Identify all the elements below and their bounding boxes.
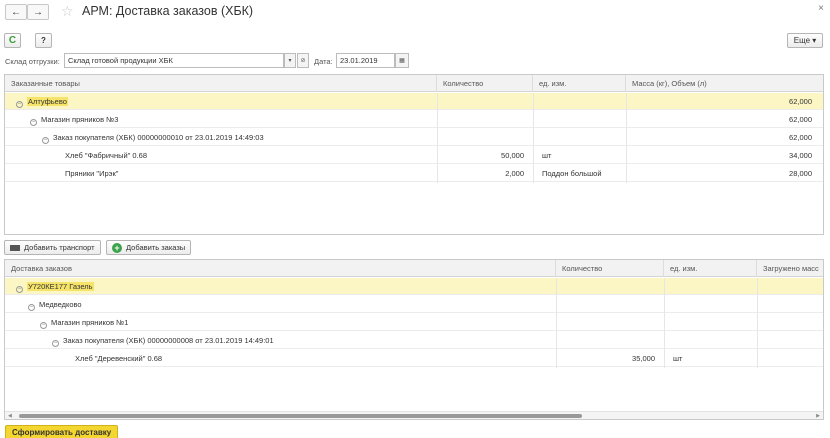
column-divider xyxy=(556,278,557,368)
help-button[interactable]: ? xyxy=(35,33,52,48)
collapse-icon[interactable]: − xyxy=(42,137,49,144)
col-quantity[interactable]: Количество xyxy=(556,260,664,277)
table-row[interactable]: − Заказ покупателя (ХБК) 00000000008 от 2… xyxy=(5,332,823,349)
add-transport-button[interactable]: Добавить транспорт xyxy=(4,240,101,255)
calendar-icon: ▦ xyxy=(399,58,405,64)
column-divider xyxy=(626,93,627,183)
table-row[interactable]: − Заказ покупателя (ХБК) 00000000010 от 2… xyxy=(5,129,823,146)
ordered-goods-table: Заказанные товары Количество ед. изм. Ма… xyxy=(4,74,824,235)
row-unit: Поддон большой xyxy=(542,169,602,178)
warehouse-label: Склад отгрузки: xyxy=(5,57,60,66)
favorite-star-icon[interactable]: ☆ xyxy=(61,3,74,20)
delivery-header: Доставка заказов Количество ед. изм. Заг… xyxy=(5,260,823,277)
back-button[interactable]: ← xyxy=(5,4,27,20)
collapse-icon[interactable]: − xyxy=(52,340,59,347)
row-unit: шт xyxy=(542,151,552,160)
row-qty: 2,000 xyxy=(505,169,524,178)
refresh-icon: C xyxy=(8,35,17,46)
row-mass: 62,000 xyxy=(789,97,812,106)
chevron-down-icon: ▾ xyxy=(288,58,292,64)
col-delivery-orders[interactable]: Доставка заказов xyxy=(5,260,556,277)
arrow-left-icon: ← xyxy=(11,6,21,18)
row-mass: 62,000 xyxy=(789,133,812,142)
row-unit: шт xyxy=(673,354,683,363)
row-name: Алтуфьево xyxy=(27,97,68,106)
warehouse-field[interactable]: Склад готовой продукции ХБК xyxy=(64,53,284,68)
more-button[interactable]: Еще ▾ xyxy=(787,33,823,48)
table-row[interactable]: − У720КЕ177 Газель xyxy=(5,278,823,295)
warehouse-dropdown-button[interactable]: ▾ xyxy=(284,53,296,68)
col-quantity[interactable]: Количество xyxy=(437,75,533,92)
row-name: Заказ покупателя (ХБК) 00000000010 от 23… xyxy=(53,133,264,142)
forward-button[interactable]: → xyxy=(27,4,49,20)
delivery-table: Доставка заказов Количество ед. изм. Заг… xyxy=(4,259,824,420)
horizontal-scrollbar[interactable]: ◀ ▶ xyxy=(5,411,823,419)
table-row[interactable]: Хлеб "Деревенский" 0.68 35,000 шт xyxy=(5,350,823,367)
date-field[interactable]: 23.01.2019 xyxy=(336,53,395,68)
row-name: Магазин пряников №1 xyxy=(51,318,129,327)
ordered-goods-header: Заказанные товары Количество ед. изм. Ма… xyxy=(5,75,823,92)
column-divider xyxy=(437,93,438,183)
window-title: АРМ: Доставка заказов (ХБК) xyxy=(82,4,254,18)
collapse-icon[interactable]: − xyxy=(16,286,23,293)
table-row[interactable]: − Медведково xyxy=(5,296,823,313)
add-transport-label: Добавить транспорт xyxy=(24,243,95,252)
warehouse-open-button[interactable]: ⊘ xyxy=(297,53,309,68)
table-row[interactable]: − Магазин пряников №3 62,000 xyxy=(5,111,823,128)
scroll-left-icon[interactable]: ◀ xyxy=(8,412,12,419)
collapse-icon[interactable]: − xyxy=(40,322,47,329)
row-name: Пряники "Ирэк" xyxy=(65,169,119,178)
column-divider xyxy=(533,93,534,183)
close-icon[interactable]: × xyxy=(818,3,824,14)
row-name: У720КЕ177 Газель xyxy=(27,282,94,291)
table-row[interactable]: Пряники "Ирэк" 2,000 Поддон большой 28,0… xyxy=(5,165,823,182)
row-name: Хлеб "Деревенский" 0.68 xyxy=(75,354,163,363)
scrollbar-thumb[interactable] xyxy=(19,414,582,418)
row-name: Хлеб "Фабричный" 0.68 xyxy=(65,151,148,160)
col-mass[interactable]: Масса (кг), Объем (л) xyxy=(626,75,823,92)
truck-icon xyxy=(10,244,20,251)
row-name: Медведково xyxy=(39,300,82,309)
link-icon: ⊘ xyxy=(300,58,306,64)
row-mass: 28,000 xyxy=(789,169,812,178)
add-orders-button[interactable]: + Добавить заказы xyxy=(106,240,192,255)
refresh-button[interactable]: C xyxy=(4,33,21,48)
row-mass: 62,000 xyxy=(789,115,812,124)
col-unit[interactable]: ед. изм. xyxy=(533,75,626,92)
row-name: Заказ покупателя (ХБК) 00000000008 от 23… xyxy=(63,336,274,345)
collapse-icon[interactable]: − xyxy=(16,101,23,108)
add-orders-label: Добавить заказы xyxy=(126,243,186,252)
plus-icon: + xyxy=(112,242,122,253)
table-row[interactable]: Хлеб "Фабричный" 0.68 50,000 шт 34,000 xyxy=(5,147,823,164)
col-loaded-mass[interactable]: Загружено масс xyxy=(757,260,823,277)
scroll-right-icon[interactable]: ▶ xyxy=(816,412,820,419)
table-row[interactable]: − Алтуфьево 62,000 xyxy=(5,93,823,110)
col-ordered-goods[interactable]: Заказанные товары xyxy=(5,75,437,92)
create-delivery-button[interactable]: Сформировать доставку xyxy=(5,425,119,438)
calendar-button[interactable]: ▦ xyxy=(395,53,409,68)
column-divider xyxy=(664,278,665,368)
collapse-icon[interactable]: − xyxy=(30,119,37,126)
row-qty: 35,000 xyxy=(632,354,655,363)
date-label: Дата: xyxy=(314,57,333,66)
col-unit[interactable]: ед. изм. xyxy=(664,260,757,277)
row-name: Магазин пряников №3 xyxy=(41,115,119,124)
table-row[interactable]: − Магазин пряников №1 xyxy=(5,314,823,331)
column-divider xyxy=(757,278,758,368)
arrow-right-icon: → xyxy=(33,6,43,18)
collapse-icon[interactable]: − xyxy=(28,304,35,311)
row-mass: 34,000 xyxy=(789,151,812,160)
row-qty: 50,000 xyxy=(501,151,524,160)
